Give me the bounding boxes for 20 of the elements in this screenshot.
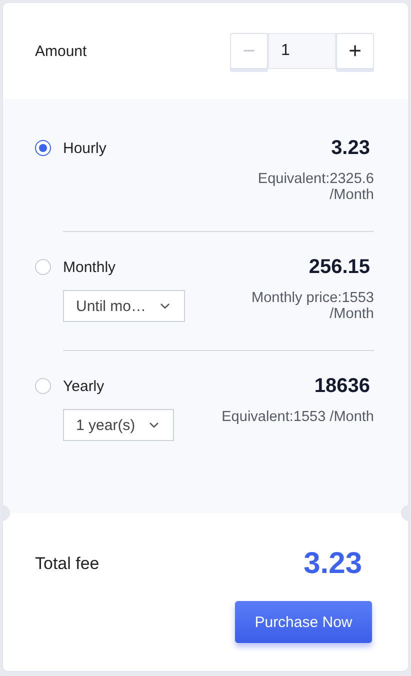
chevron-down-icon xyxy=(160,303,170,309)
plan-note: Equivalent:2325.6 /Month xyxy=(258,171,374,203)
chevron-down-icon xyxy=(149,422,160,428)
increase-button[interactable]: + xyxy=(336,33,374,69)
plan-note: Equivalent:1553 /Month xyxy=(222,409,374,425)
purchase-button[interactable]: Purchase Now xyxy=(235,601,372,643)
duration-dropdown[interactable]: 1 year(s) xyxy=(63,409,174,441)
total-fee-value: 3.23 xyxy=(304,547,362,581)
amount-label: Amount xyxy=(35,42,87,60)
plan-price: 256.15 xyxy=(308,256,370,278)
plan-label: Yearly xyxy=(63,378,106,394)
amount-input-field[interactable]: 1 xyxy=(268,33,336,69)
plan-label: Monthly xyxy=(63,258,117,276)
radio-button[interactable] xyxy=(35,140,51,156)
plan-note: Monthly price:1553 /Month xyxy=(251,290,374,322)
duration-dropdown[interactable]: Until mo… xyxy=(63,290,186,322)
plan-label: Hourly xyxy=(63,140,108,156)
plan-price: 3.23 xyxy=(331,136,370,160)
plan-price: 18636 xyxy=(314,374,370,398)
total-fee-label: Total fee xyxy=(35,554,100,574)
